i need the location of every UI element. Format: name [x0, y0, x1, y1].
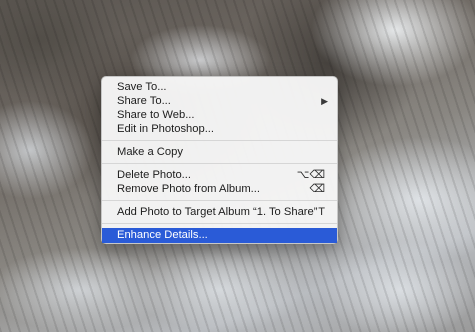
submenu-arrow-icon: ▶ — [321, 96, 328, 106]
menu-item-label: Share To... — [117, 95, 171, 107]
menu-separator — [102, 200, 337, 201]
menu-item-enhance-details[interactable]: Enhance Details... — [102, 228, 337, 243]
menu-item-save-to[interactable]: Save To... — [102, 80, 337, 94]
menu-item-label: Make a Copy — [117, 146, 183, 158]
menu-item-edit-in-photoshop[interactable]: Edit in Photoshop... — [102, 122, 337, 136]
shortcut-t: T — [318, 206, 325, 218]
menu-item-label: Edit in Photoshop... — [117, 123, 215, 135]
menu-item-remove-photo-from-album[interactable]: Remove Photo from Album... ⌫ — [102, 182, 337, 196]
shortcut-delete: ⌫ — [309, 183, 325, 195]
menu-item-share-to-web[interactable]: Share to Web... — [102, 108, 337, 122]
menu-item-add-photo-to-target-album[interactable]: Add Photo to Target Album “1. To Share” … — [102, 205, 337, 219]
menu-item-share-to[interactable]: Share To... ▶ — [102, 94, 337, 108]
menu-separator — [102, 223, 337, 224]
menu-item-make-a-copy[interactable]: Make a Copy — [102, 145, 337, 159]
menu-item-label: Delete Photo... — [117, 169, 192, 181]
menu-item-delete-photo[interactable]: Delete Photo... ⌥⌫ — [102, 168, 337, 182]
shortcut-option-delete: ⌥⌫ — [296, 169, 325, 181]
menu-separator — [102, 163, 337, 164]
menu-item-label: Enhance Details... — [117, 229, 208, 241]
context-menu: Save To... Share To... ▶ Share to Web...… — [101, 76, 338, 244]
menu-item-label: Remove Photo from Album... — [117, 183, 261, 195]
menu-separator — [102, 140, 337, 141]
menu-item-label: Add Photo to Target Album “1. To Share” — [117, 206, 318, 218]
menu-item-label: Share to Web... — [117, 109, 195, 121]
menu-item-label: Save To... — [117, 81, 167, 93]
